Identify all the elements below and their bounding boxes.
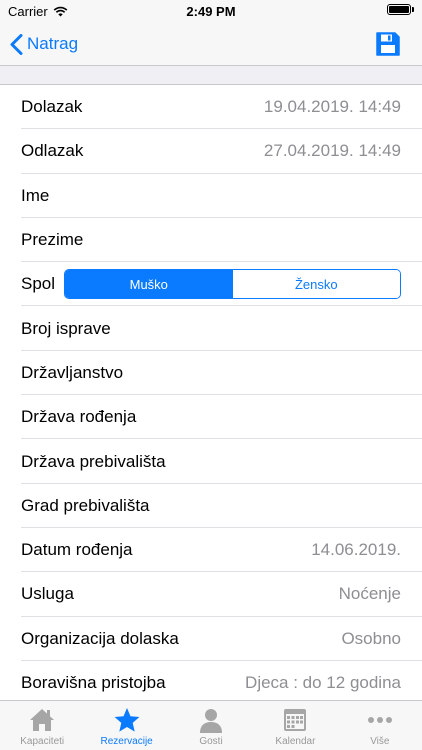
tab-gosti[interactable]: Gosti xyxy=(169,701,253,750)
reservation-form: Dolazak 19.04.2019. 14:49 Odlazak 27.04.… xyxy=(0,84,422,700)
more-icon xyxy=(367,717,392,723)
row-label: Odlazak xyxy=(21,141,84,161)
form-row-tourist-tax[interactable]: Boravišna pristojba Djeca : do 12 godina xyxy=(0,661,422,700)
tab-bar: Kapaciteti Rezervacije Gosti Kalendar Vi… xyxy=(0,700,422,750)
row-label: Datum rođenja xyxy=(21,540,133,560)
tab-label: Kapaciteti xyxy=(20,736,65,747)
floppy-disk-icon xyxy=(376,32,400,56)
row-label: Organizacija dolaska xyxy=(21,628,179,648)
form-row-country-of-residence[interactable]: Država prebivališta xyxy=(0,439,422,484)
gender-segmented-control: Muško Žensko xyxy=(64,269,401,300)
form-row-date-of-birth[interactable]: Datum rođenja 14.06.2019. xyxy=(0,528,422,573)
form-row-arrival[interactable]: Dolazak 19.04.2019. 14:49 xyxy=(0,85,422,130)
form-row-gender: Spol Muško Žensko xyxy=(0,262,422,307)
status-bar: Carrier 2:49 PM xyxy=(0,0,422,22)
row-value: Djeca : do 12 godina xyxy=(245,673,401,692)
tab-label: Rezervacije xyxy=(100,736,153,747)
row-label: Državljanstvo xyxy=(21,362,124,382)
battery-icon xyxy=(387,4,411,15)
tab-kapaciteti[interactable]: Kapaciteti xyxy=(0,701,84,750)
chevron-left-icon xyxy=(10,33,23,55)
form-row-citizenship[interactable]: Državljanstvo xyxy=(0,351,422,396)
row-label: Grad prebivališta xyxy=(21,495,150,515)
form-row-first-name[interactable]: Ime xyxy=(0,174,422,219)
row-label: Država prebivališta xyxy=(21,451,166,471)
back-button[interactable]: Natrag xyxy=(10,32,78,56)
tab-label: Gosti xyxy=(199,736,223,747)
tab-label: Kalendar xyxy=(275,736,316,747)
person-icon xyxy=(200,709,223,733)
row-value: 14.06.2019. xyxy=(311,540,401,560)
form-row-document-number[interactable]: Broj isprave xyxy=(0,306,422,352)
house-icon xyxy=(30,709,55,731)
row-value: Osobno xyxy=(341,628,401,648)
form-row-arrival-organization[interactable]: Organizacija dolaska Osobno xyxy=(0,617,422,662)
row-value: Noćenje xyxy=(338,584,401,604)
save-button[interactable] xyxy=(374,30,402,58)
tab-label: Više xyxy=(370,736,390,747)
calendar-icon xyxy=(284,709,307,731)
row-label: Broj isprave xyxy=(21,318,111,338)
form-row-city-of-residence[interactable]: Grad prebivališta xyxy=(0,484,422,529)
gender-option-male[interactable]: Muško xyxy=(65,270,233,299)
row-label: Država rođenja xyxy=(21,407,137,427)
row-value: 27.04.2019. 14:49 xyxy=(263,141,401,161)
tab-vise[interactable]: Više xyxy=(338,701,422,750)
tab-rezervacije[interactable]: Rezervacije xyxy=(84,701,168,750)
row-label: Boravišna pristojba xyxy=(21,673,166,692)
status-right xyxy=(387,4,414,15)
star-icon xyxy=(114,708,140,732)
form-row-last-name[interactable]: Prezime xyxy=(0,218,422,263)
row-value: 19.04.2019. 14:49 xyxy=(263,97,401,117)
back-label: Natrag xyxy=(27,34,79,53)
row-label: Prezime xyxy=(21,230,84,250)
form-row-service[interactable]: Usluga Noćenje xyxy=(0,572,422,617)
row-label: Usluga xyxy=(21,584,74,604)
navigation-bar: Natrag xyxy=(0,22,422,66)
form-row-departure[interactable]: Odlazak 27.04.2019. 14:49 xyxy=(0,129,422,174)
status-time: 2:49 PM xyxy=(186,4,236,19)
row-label: Dolazak xyxy=(21,97,83,117)
row-label: Ime xyxy=(21,185,50,205)
tab-kalendar[interactable]: Kalendar xyxy=(253,701,337,750)
row-label: Spol xyxy=(21,274,56,294)
form-row-country-of-birth[interactable]: Država rođenja xyxy=(0,395,422,440)
battery-cap xyxy=(412,7,414,12)
gender-option-female[interactable]: Žensko xyxy=(232,270,400,299)
